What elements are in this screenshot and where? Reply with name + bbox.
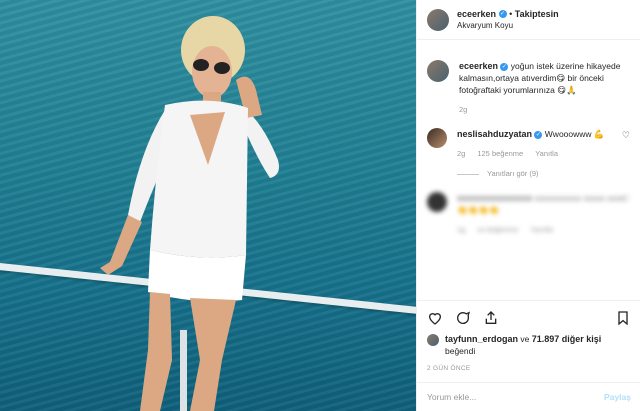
heart-icon[interactable]: [427, 310, 443, 326]
comment-likes[interactable]: 125 beğenme: [477, 148, 523, 160]
location-link[interactable]: Akvaryum Koyu: [457, 20, 559, 32]
post-sidebar: eceerken ✓ • Takiptesin Akvaryum Koyu ec…: [416, 0, 640, 411]
comment-input[interactable]: [427, 392, 605, 402]
likes-summary: tayfunn_erdogan ve 71.897 diğer kişi beğ…: [427, 333, 631, 357]
reply-button[interactable]: Yanıtla: [530, 224, 553, 236]
add-comment-bar: Paylaş: [417, 382, 640, 411]
post-comment-button[interactable]: Paylaş: [604, 392, 631, 402]
comment-item: neslisahduzyatan ✓ Wwooowww 💪 2g 125 beğ…: [427, 128, 630, 180]
comment-like-icon[interactable]: ♡: [622, 194, 630, 205]
verified-icon: ✓: [534, 130, 543, 139]
likes-count[interactable]: 71.897 diğer kişi: [532, 334, 602, 344]
commenter-avatar[interactable]: [427, 128, 447, 148]
comment-likes[interactable]: xx beğenme: [477, 224, 518, 236]
comment-like-icon[interactable]: ♡: [622, 130, 630, 141]
bookmark-icon[interactable]: [615, 310, 631, 326]
post-date[interactable]: 2 GÜN ÖNCE: [427, 365, 631, 372]
commenter-username[interactable]: xxxxxxxxxxxxxxx: [457, 193, 532, 203]
comment-icon[interactable]: [455, 310, 471, 326]
likes-and: ve: [520, 334, 530, 344]
share-icon[interactable]: [483, 310, 499, 326]
caption-time[interactable]: 2g: [459, 104, 467, 116]
view-replies-button[interactable]: Yanıtları gör (9): [487, 168, 539, 180]
comment-time[interactable]: 1g: [457, 224, 465, 236]
likes-suffix: beğendi: [445, 346, 476, 356]
header-separator: •: [509, 8, 513, 19]
following-label[interactable]: Takiptesin: [515, 9, 559, 19]
caption: eceerken ✓ yoğun istek üzerine hikayede …: [427, 60, 630, 116]
author-username[interactable]: eceerken: [457, 9, 496, 19]
instagram-post: eceerken ✓ • Takiptesin Akvaryum Koyu ec…: [0, 0, 640, 411]
comments-list[interactable]: eceerken ✓ yoğun istek üzerine hikayede …: [417, 40, 640, 294]
comment-item: xxxxxxxxxxxxxxx xxxxxxxxxxx xxxxx xxxx 👏…: [427, 192, 630, 236]
woman-figure: [100, 16, 279, 411]
commenter-avatar[interactable]: [427, 192, 447, 212]
caption-username[interactable]: eceerken: [459, 61, 498, 71]
post-photo[interactable]: [0, 0, 416, 411]
post-actions: tayfunn_erdogan ve 71.897 diğer kişi beğ…: [417, 300, 640, 372]
author-avatar[interactable]: [427, 8, 449, 31]
verified-icon: ✓: [498, 10, 507, 19]
commenter-username[interactable]: neslisahduzyatan: [457, 129, 532, 139]
liker-username[interactable]: tayfunn_erdogan: [445, 334, 518, 344]
reply-button[interactable]: Yanıtla: [535, 148, 558, 160]
header-text: eceerken ✓ • Takiptesin Akvaryum Koyu: [457, 8, 559, 32]
liker-avatar[interactable]: [427, 334, 439, 346]
comment-text: Wwooowww 💪: [544, 129, 605, 139]
caption-avatar[interactable]: [427, 60, 449, 82]
comment-time[interactable]: 2g: [457, 148, 465, 160]
verified-icon: ✓: [500, 62, 509, 71]
post-header: eceerken ✓ • Takiptesin Akvaryum Koyu: [417, 0, 640, 40]
